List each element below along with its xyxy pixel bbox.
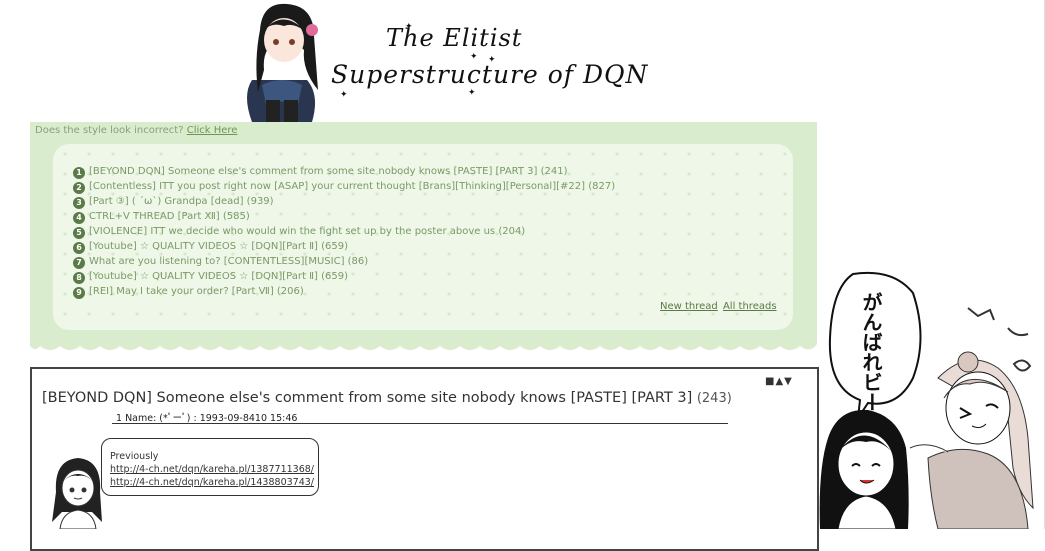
list-item: 8 [Youtube] ☆ QUALITY VIDEOS ☆ [DQN][Part…: [73, 269, 615, 284]
thread-number-badge: 3: [73, 197, 85, 209]
thread-number-badge: 7: [73, 257, 85, 269]
scallop-edge: [30, 336, 817, 350]
list-item: 1 [BEYOND DQN] Someone else's comment fro…: [73, 164, 615, 179]
manga-speech-text: がんばれビーム: [859, 292, 883, 432]
thread-link[interactable]: [Contentless] ITT you post right now [AS…: [89, 181, 615, 192]
thread-link[interactable]: [Youtube] ☆ QUALITY VIDEOS ☆ [DQN][Part …: [89, 241, 348, 252]
post-body: Previously http://4-ch.net/dqn/kareha.pl…: [110, 450, 314, 489]
thread-title-text: [BEYOND DQN] Someone else's comment from…: [42, 390, 693, 406]
thread-link[interactable]: [Youtube] ☆ QUALITY VIDEOS ☆ [DQN][Part …: [89, 271, 348, 282]
style-notice-text: Does the style look incorrect?: [35, 125, 184, 136]
style-fix-link[interactable]: Click Here: [187, 125, 238, 136]
style-notice: Does the style look incorrect? Click Her…: [35, 125, 237, 136]
thread-number-badge: 8: [73, 272, 85, 284]
list-item: 9 [REI] May I take your order? [Part Ⅶ] (…: [73, 284, 615, 299]
thread-number-badge: 6: [73, 242, 85, 254]
thread-link[interactable]: [VIOLENCE] ITT we decide who would win t…: [89, 226, 525, 237]
post-link-2[interactable]: http://4-ch.net/dqn/kareha.pl/1438803743…: [110, 476, 314, 489]
post-intro-text: Previously: [110, 451, 159, 462]
list-item: 4 CTRL+V THREAD [Part Ⅻ] (585): [73, 209, 615, 224]
thread-link[interactable]: [BEYOND DQN] Someone else's comment from…: [89, 166, 568, 177]
star-icon: ✦: [468, 88, 476, 98]
poster-avatar-icon: [52, 458, 102, 529]
thread-reply-count: (243): [696, 391, 732, 406]
list-item: 2 [Contentless] ITT you post right now [A…: [73, 179, 615, 194]
star-icon: ✦: [405, 22, 413, 32]
thread-link[interactable]: [REI] May I take your order? [Part Ⅶ] (2…: [89, 286, 304, 297]
thread-link[interactable]: [Part ③] ( ´ω`) Grandpa [dead] (939): [89, 196, 274, 207]
thread-number-badge: 1: [73, 167, 85, 179]
post-link-1[interactable]: http://4-ch.net/dqn/kareha.pl/1387711368…: [110, 463, 314, 476]
thread-number-badge: 5: [73, 227, 85, 239]
post-header-divider: [112, 423, 728, 424]
new-thread-link[interactable]: New thread: [660, 301, 718, 312]
thread-number-badge: 9: [73, 287, 85, 299]
thread-nav: New thread All threads: [658, 301, 777, 312]
thread-title: [BEYOND DQN] Someone else's comment from…: [42, 390, 732, 406]
anime-girl-mascot-icon: [247, 3, 318, 122]
thread-link[interactable]: CTRL+V THREAD [Part Ⅻ] (585): [89, 211, 250, 222]
list-item: 6 [Youtube] ☆ QUALITY VIDEOS ☆ [DQN][Part…: [73, 239, 615, 254]
list-item: 7 What are you listening to? [CONTENTLESS…: [73, 254, 615, 269]
thread-link[interactable]: What are you listening to? [CONTENTLESS]…: [89, 256, 368, 267]
thread-number-badge: 4: [73, 212, 85, 224]
star-icon: ✦: [340, 90, 348, 100]
manga-illustration: [819, 271, 1034, 529]
all-threads-link[interactable]: All threads: [723, 301, 777, 312]
post-header: 1 Name: (*ﾟーﾟ) : 1993-09-8410 15:46: [116, 413, 298, 424]
thread-number-badge: 2: [73, 182, 85, 194]
star-icon: ✦: [470, 52, 478, 62]
list-item: 5 [VIOLENCE] ITT we decide who would win …: [73, 224, 615, 239]
thread-nav-controls[interactable]: ■▲▼: [765, 376, 793, 387]
list-item: 3 [Part ③] ( ´ω`) Grandpa [dead] (939): [73, 194, 615, 209]
thread-list: 1 [BEYOND DQN] Someone else's comment fro…: [73, 164, 615, 299]
star-icon: ✦: [488, 55, 496, 65]
